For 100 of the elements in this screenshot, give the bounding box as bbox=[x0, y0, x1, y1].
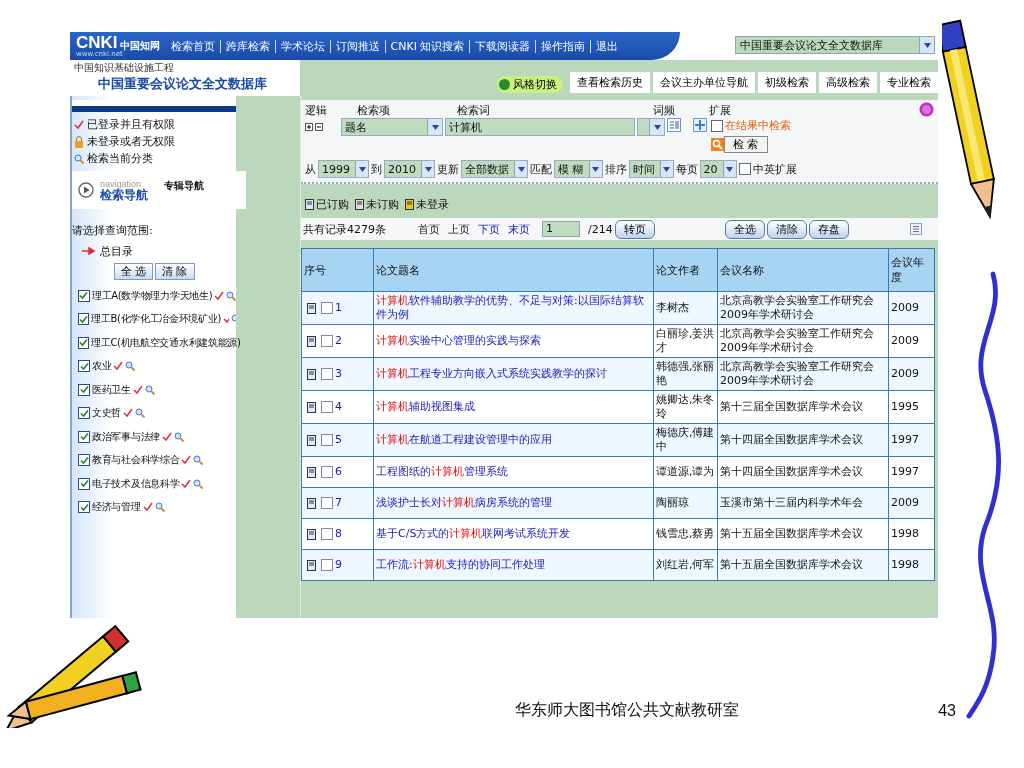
style-switch-button[interactable]: 风格切换 bbox=[497, 76, 563, 93]
category-label[interactable]: 教育与社会科学综合 bbox=[92, 453, 180, 468]
search-term-field[interactable]: 计算机 bbox=[445, 118, 635, 136]
action-button[interactable]: 清除 bbox=[766, 219, 807, 239]
paper-title-link[interactable]: 计算机实验中心管理的实践与探索 bbox=[373, 324, 654, 358]
filter-select[interactable]: 全部数据 bbox=[461, 160, 528, 178]
checkbox[interactable] bbox=[78, 407, 90, 420]
sidebar-button[interactable]: 全 选 bbox=[113, 263, 153, 280]
search-icon[interactable] bbox=[125, 361, 136, 372]
filter-select[interactable]: 20 bbox=[699, 160, 737, 178]
checkbox[interactable] bbox=[78, 383, 90, 396]
paper-title-link[interactable]: 工作流:计算机支持的协同工作处理 bbox=[373, 549, 654, 581]
go-page-button[interactable]: 转页 bbox=[614, 219, 655, 239]
document-icon[interactable] bbox=[307, 528, 316, 540]
filter-select[interactable]: 1999 bbox=[318, 160, 369, 178]
search-icon[interactable] bbox=[193, 478, 204, 489]
checkbox[interactable] bbox=[78, 501, 90, 514]
document-icon[interactable] bbox=[307, 401, 316, 413]
plus-icon[interactable] bbox=[305, 123, 313, 131]
nav-link[interactable]: 跨库检索 bbox=[220, 38, 275, 54]
category-label[interactable]: 经济与管理 bbox=[92, 500, 141, 515]
checkbox[interactable] bbox=[78, 313, 89, 326]
checkbox[interactable] bbox=[78, 430, 90, 443]
document-icon[interactable] bbox=[307, 559, 316, 571]
checkbox[interactable] bbox=[321, 528, 333, 540]
search-icon[interactable] bbox=[173, 431, 184, 442]
search-button[interactable]: 检 索 bbox=[724, 136, 768, 153]
dictionary-icon[interactable] bbox=[667, 118, 681, 132]
action-button[interactable]: 全选 bbox=[724, 219, 765, 239]
category-label[interactable]: 文史哲 bbox=[92, 406, 122, 421]
checkbox[interactable] bbox=[321, 559, 333, 571]
paper-title-link[interactable]: 工程图纸的计算机管理系统 bbox=[373, 456, 654, 488]
list-icon[interactable] bbox=[910, 223, 922, 235]
pager-link[interactable]: 下页 bbox=[478, 221, 500, 237]
frequency-select[interactable] bbox=[637, 118, 665, 136]
expand-icon[interactable] bbox=[693, 118, 707, 132]
search-icon[interactable] bbox=[144, 384, 155, 395]
nav-link[interactable]: 操作指南 bbox=[536, 38, 591, 54]
filter-select[interactable]: 时间 bbox=[628, 160, 674, 178]
paper-title-link[interactable]: 计算机在航道工程建设管理中的应用 bbox=[373, 423, 654, 457]
checkbox[interactable] bbox=[321, 497, 333, 509]
action-button[interactable]: 存盘 bbox=[808, 219, 849, 239]
checkbox[interactable] bbox=[711, 119, 723, 132]
bilingual-label[interactable]: 中英扩展 bbox=[752, 161, 797, 177]
category-label[interactable]: 理工A(数学物理力学天地生) bbox=[91, 288, 213, 303]
checkbox[interactable] bbox=[78, 336, 89, 349]
paper-title-link[interactable]: 基于C/S方式的计算机联网考试系统开发 bbox=[373, 518, 654, 550]
root-category[interactable]: 总目录 bbox=[100, 243, 133, 259]
search-icon[interactable] bbox=[226, 290, 236, 301]
checkbox[interactable] bbox=[78, 454, 90, 467]
page-field[interactable]: 1 bbox=[542, 221, 580, 237]
help-icon[interactable] bbox=[919, 102, 934, 117]
checkbox[interactable] bbox=[321, 401, 333, 413]
checkbox[interactable] bbox=[321, 434, 333, 446]
category-label[interactable]: 政治军事与法律 bbox=[92, 429, 160, 444]
pager-link[interactable]: 末页 bbox=[508, 221, 530, 237]
nav-link[interactable]: 学术论坛 bbox=[275, 38, 330, 54]
paper-title-link[interactable]: 计算机辅助视图集成 bbox=[373, 390, 654, 424]
search-icon[interactable] bbox=[193, 455, 204, 466]
category-label[interactable]: 理工C(机电航空交通水利建筑能源) bbox=[91, 335, 241, 350]
nav-link[interactable]: 订阅推送 bbox=[330, 38, 385, 54]
tab[interactable]: 专业检索 bbox=[880, 72, 938, 93]
tab[interactable]: 初级检索 bbox=[758, 72, 816, 93]
nav-link[interactable]: CNKI 知识搜索 bbox=[385, 38, 470, 54]
nav-link[interactable]: 下载阅读器 bbox=[470, 38, 536, 54]
checkbox[interactable] bbox=[78, 477, 90, 490]
minus-icon[interactable] bbox=[315, 123, 323, 131]
filter-select[interactable]: 模 糊 bbox=[554, 160, 603, 178]
checkbox[interactable] bbox=[321, 335, 333, 347]
checkbox[interactable] bbox=[738, 163, 751, 175]
document-icon[interactable] bbox=[307, 335, 316, 347]
tab[interactable]: 会议主办单位导航 bbox=[653, 72, 755, 93]
checkbox[interactable] bbox=[78, 289, 90, 302]
document-icon[interactable] bbox=[307, 302, 316, 314]
tab[interactable]: 高级检索 bbox=[819, 72, 877, 93]
document-icon[interactable] bbox=[307, 434, 316, 446]
nav-link[interactable]: 退出 bbox=[591, 38, 624, 54]
album-nav-tab[interactable]: 专辑导航 bbox=[164, 179, 204, 193]
checkbox[interactable] bbox=[321, 368, 333, 380]
category-label[interactable]: 医药卫生 bbox=[92, 382, 131, 397]
document-icon[interactable] bbox=[307, 466, 316, 478]
nav-link[interactable]: 检索首页 bbox=[165, 38, 220, 54]
paper-title-link[interactable]: 浅谈护士长对计算机病房系统的管理 bbox=[373, 487, 654, 519]
checkbox[interactable] bbox=[321, 302, 333, 314]
search-icon[interactable] bbox=[135, 408, 146, 419]
database-select[interactable]: 中国重要会议论文全文数据库 bbox=[735, 36, 935, 54]
sidebar-button[interactable]: 清 除 bbox=[155, 263, 195, 280]
filter-select[interactable]: 2010 bbox=[384, 160, 435, 178]
paper-title-link[interactable]: 计算机软件辅助教学的优势、不足与对策:以国际结算软件为例 bbox=[373, 291, 654, 325]
document-icon[interactable] bbox=[307, 368, 316, 380]
tab[interactable]: 查看检索历史 bbox=[570, 72, 650, 93]
search-icon[interactable] bbox=[230, 314, 236, 325]
paper-title-link[interactable]: 计算机工程专业方向嵌入式系统实践教学的探讨 bbox=[373, 357, 654, 391]
field-select[interactable]: 题名 bbox=[341, 118, 443, 136]
category-label[interactable]: 理工B(化学化工冶金环境矿业) bbox=[91, 312, 222, 327]
search-icon[interactable] bbox=[154, 502, 165, 513]
document-icon[interactable] bbox=[307, 497, 316, 509]
category-label[interactable]: 电子技术及信息科学 bbox=[92, 476, 180, 491]
checkbox[interactable] bbox=[78, 360, 90, 373]
category-label[interactable]: 农业 bbox=[92, 359, 112, 374]
